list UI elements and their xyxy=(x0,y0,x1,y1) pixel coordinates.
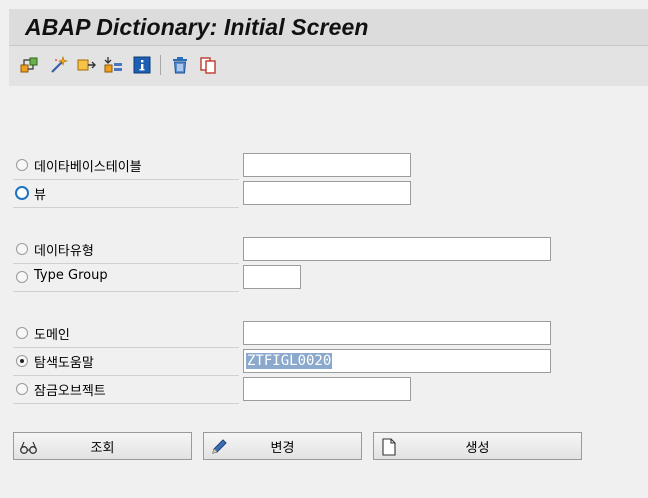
create-button[interactable]: 생성 xyxy=(373,432,582,460)
check-icon[interactable] xyxy=(48,54,70,76)
data-type-input[interactable] xyxy=(243,237,551,261)
radio-database-table[interactable] xyxy=(16,159,28,171)
other-object-icon[interactable] xyxy=(18,54,40,76)
search-help-value: ZTFIGL0020 xyxy=(246,353,333,369)
change-button[interactable]: 변경 xyxy=(203,432,362,460)
copy-icon[interactable] xyxy=(197,54,219,76)
search-help-input[interactable]: ZTFIGL0020 xyxy=(243,349,551,373)
view-input[interactable] xyxy=(243,181,411,205)
radio-domain[interactable] xyxy=(16,327,28,339)
page-title: ABAP Dictionary: Initial Screen xyxy=(25,14,369,40)
glasses-icon xyxy=(19,437,39,457)
radio-lock-object[interactable] xyxy=(16,383,28,395)
lock-object-input[interactable] xyxy=(243,377,411,401)
delete-icon[interactable] xyxy=(169,54,191,76)
option-label: 탐색도움말 xyxy=(34,356,94,371)
where-used-icon[interactable] xyxy=(103,54,125,76)
option-label: 도메인 xyxy=(34,328,70,343)
option-label: 데이타유형 xyxy=(34,244,94,259)
display-button-label: 조회 xyxy=(90,440,115,456)
pencil-icon xyxy=(209,437,229,457)
radio-type-group[interactable] xyxy=(16,271,28,283)
toolbar-separator xyxy=(160,55,161,75)
display-button[interactable]: 조회 xyxy=(13,432,192,460)
option-label: 잠금오브젝트 xyxy=(34,384,106,399)
title-bar: ABAP Dictionary: Initial Screen xyxy=(9,9,648,46)
radio-search-help[interactable] xyxy=(16,355,28,367)
application-toolbar xyxy=(9,46,648,86)
new-document-icon xyxy=(379,437,399,457)
option-label: Type Group xyxy=(34,268,108,283)
activate-icon[interactable] xyxy=(76,54,98,76)
radio-data-type[interactable] xyxy=(16,243,28,255)
database-table-input[interactable] xyxy=(243,153,411,177)
radio-view[interactable] xyxy=(15,186,29,200)
type-group-input[interactable] xyxy=(243,265,301,289)
info-icon[interactable] xyxy=(131,54,153,76)
option-label: 데이타베이스테이블 xyxy=(34,160,142,175)
option-label: 뷰 xyxy=(34,188,46,203)
domain-input[interactable] xyxy=(243,321,551,345)
create-button-label: 생성 xyxy=(465,440,490,456)
